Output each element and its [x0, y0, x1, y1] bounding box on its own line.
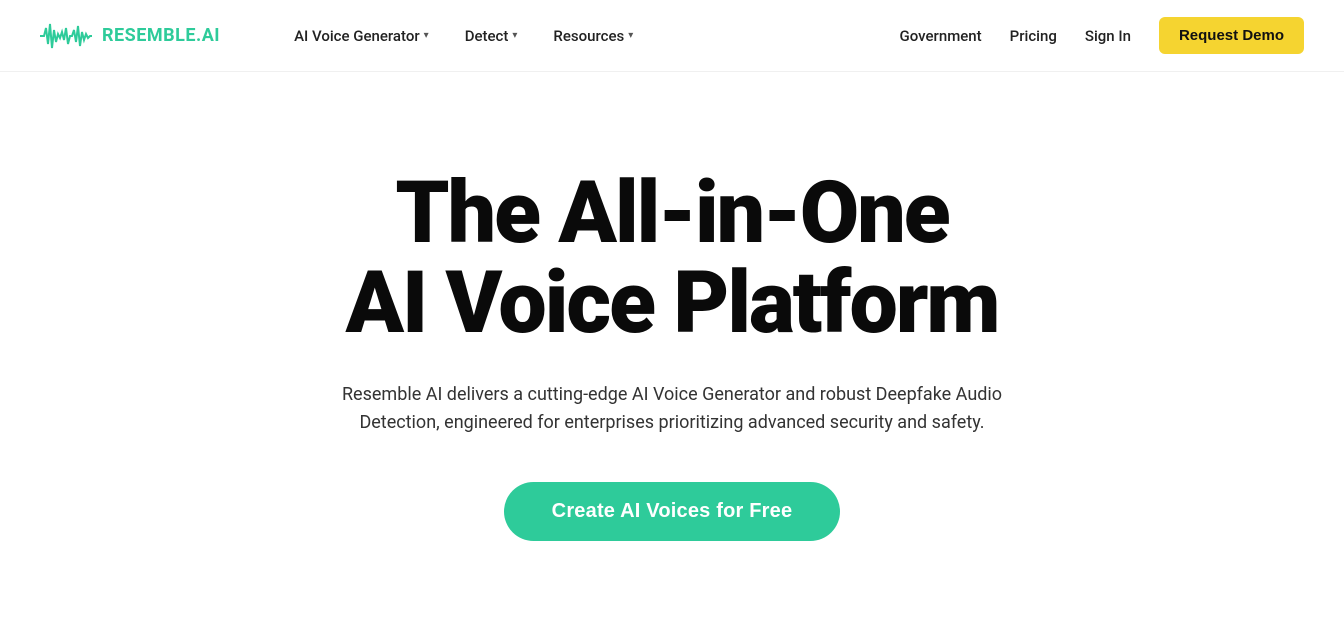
hero-section: The All-in-One AI Voice Platform Resembl…: [0, 72, 1344, 637]
chevron-down-icon: ▾: [512, 30, 517, 41]
nav-item-ai-voice-generator[interactable]: AI Voice Generator ▾: [280, 19, 443, 53]
navbar: RESEMBLE.AI AI Voice Generator ▾ Detect …: [0, 0, 1344, 72]
nav-signin-link[interactable]: Sign In: [1085, 27, 1131, 45]
nav-government-link[interactable]: Government: [900, 27, 982, 45]
hero-title: The All-in-One AI Voice Platform: [346, 168, 999, 349]
hero-title-line1: The All-in-One: [395, 162, 948, 263]
chevron-down-icon: ▾: [628, 30, 633, 41]
nav-right-items: Government Pricing Sign In Request Demo: [900, 17, 1304, 54]
logo-link[interactable]: RESEMBLE.AI: [40, 20, 220, 52]
nav-item-label: Detect: [465, 27, 509, 45]
nav-item-label: Resources: [553, 27, 624, 45]
logo-text: RESEMBLE.AI: [102, 25, 220, 46]
chevron-down-icon: ▾: [424, 30, 429, 41]
nav-item-resources[interactable]: Resources ▾: [539, 19, 647, 53]
nav-item-label: AI Voice Generator: [294, 27, 420, 45]
nav-item-detect[interactable]: Detect ▾: [451, 19, 532, 53]
nav-center-items: AI Voice Generator ▾ Detect ▾ Resources …: [280, 19, 899, 53]
logo-waveform-icon: [40, 20, 92, 52]
hero-subtitle: Resemble AI delivers a cutting-edge AI V…: [322, 381, 1022, 439]
hero-title-line2: AI Voice Platform: [346, 252, 999, 353]
nav-pricing-link[interactable]: Pricing: [1010, 27, 1057, 45]
request-demo-button[interactable]: Request Demo: [1159, 17, 1304, 54]
hero-cta-button[interactable]: Create AI Voices for Free: [504, 482, 841, 541]
